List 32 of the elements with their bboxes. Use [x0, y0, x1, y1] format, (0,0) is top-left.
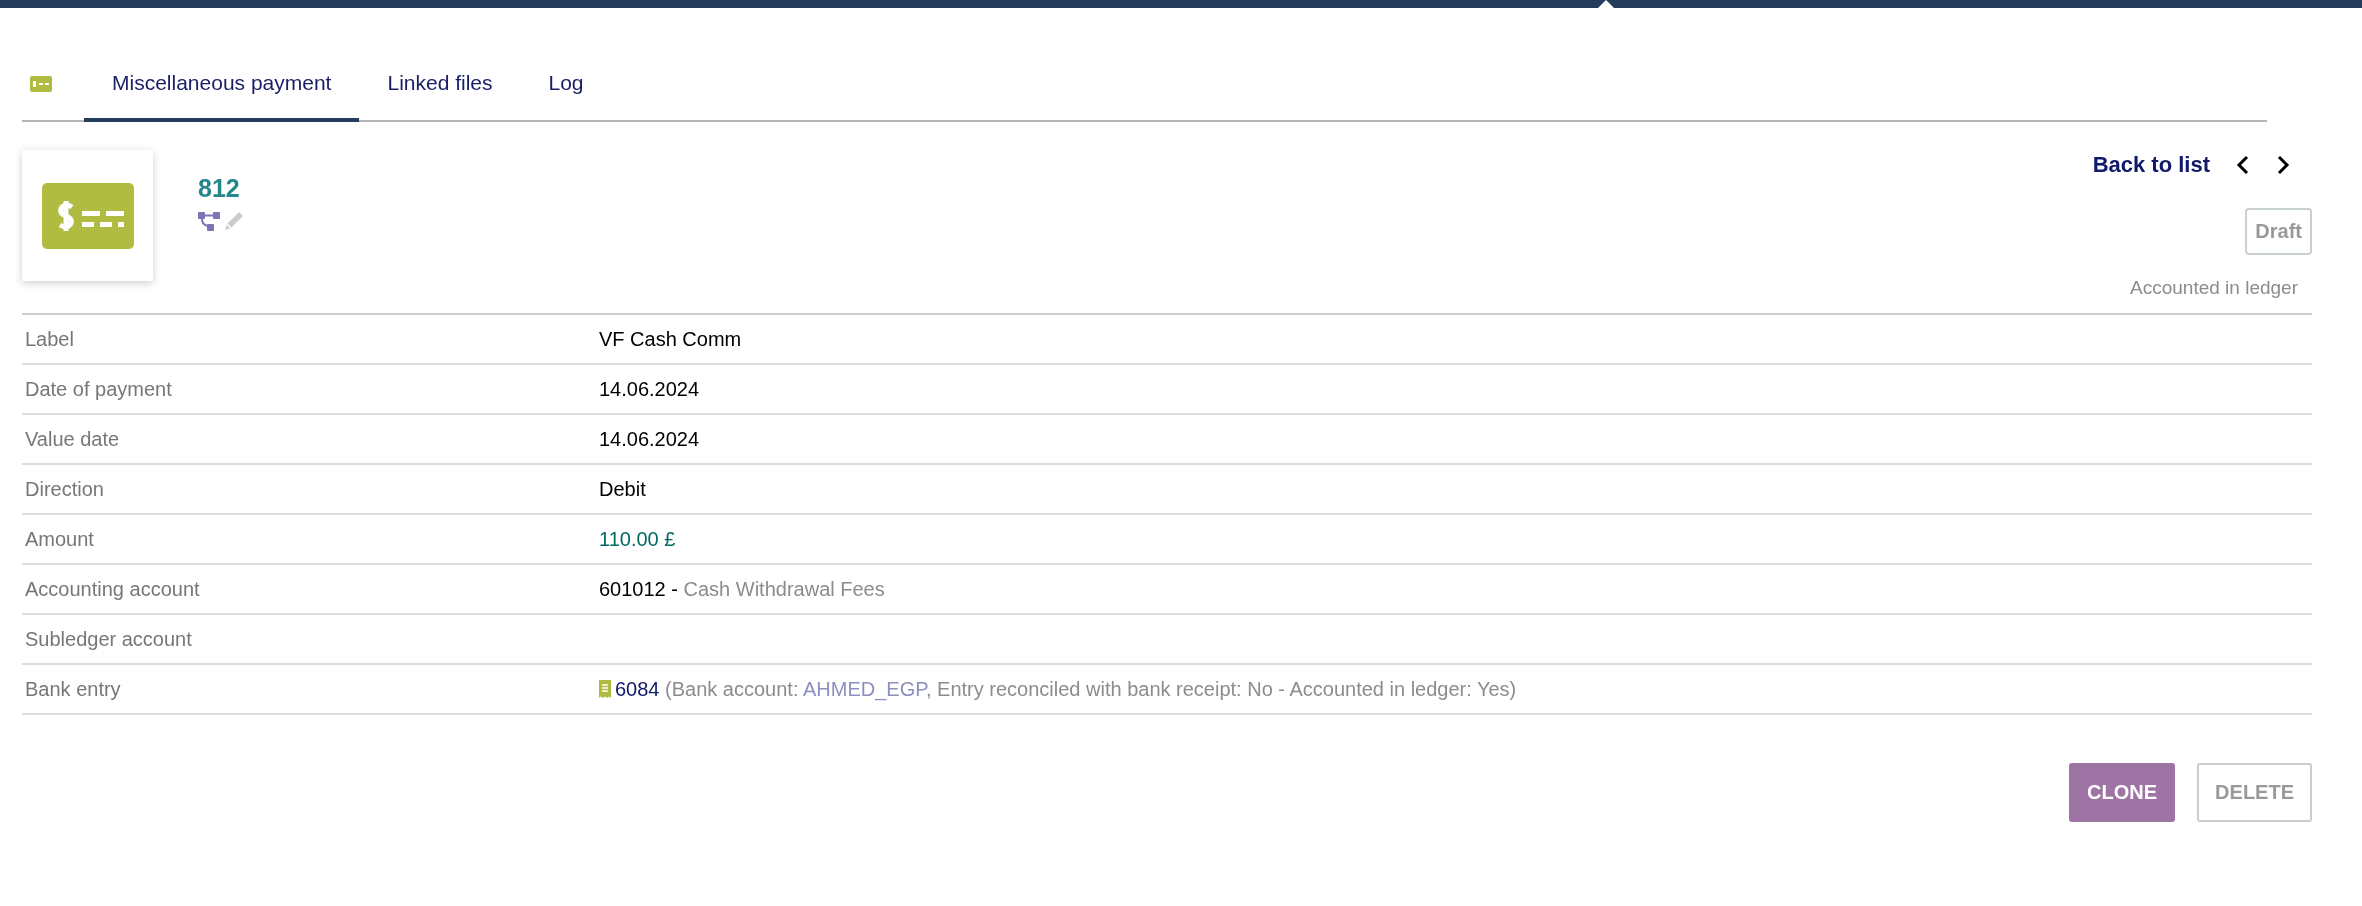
- amount-value: 110.00 £: [599, 527, 676, 551]
- field-label: Date of payment: [24, 377, 173, 401]
- field-value: 14.06.2024: [599, 377, 700, 401]
- action-button[interactable]: CLONE: [2069, 763, 2176, 822]
- field-label: Accounting account: [24, 577, 201, 601]
- field-label: Subledger account: [24, 627, 193, 651]
- field-value: VF Cash Comm: [599, 327, 742, 351]
- bank-entry-link[interactable]: 6084: [615, 677, 660, 701]
- tab[interactable]: Linked files: [359, 62, 521, 122]
- tab[interactable]: Log: [520, 62, 612, 122]
- field-value: 14.06.2024: [599, 427, 700, 451]
- record-ref: 812: [198, 174, 241, 203]
- field-label: Bank entry: [24, 677, 122, 701]
- tab[interactable]: Miscellaneous payment: [84, 62, 360, 122]
- field-value: Debit: [599, 477, 646, 501]
- caret-icon: [1598, 0, 1614, 8]
- field-label: Amount: [24, 527, 95, 551]
- bank-entry-details: (Bank account: AHMED_EGP, Entry reconciled with bank receipt: No - Accounted in ledger: Yes): [665, 677, 1517, 701]
- field-label: Value date: [24, 427, 121, 451]
- field-label: Label: [24, 327, 75, 351]
- field-label: Direction: [24, 477, 105, 501]
- back-to-list-link[interactable]: Back to list: [2092, 152, 2210, 178]
- account-name: Cash Withdrawal Fees: [683, 577, 885, 601]
- account-code: 601012 -: [599, 577, 678, 601]
- status-note: Accounted in ledger: [2130, 277, 2299, 299]
- payment-card-icon: [30, 76, 52, 92]
- status-badge: Draft: [2245, 208, 2312, 255]
- hierarchy-icon[interactable]: [198, 210, 220, 232]
- receipt-icon: [599, 680, 611, 698]
- next-icon[interactable]: [2276, 154, 2290, 176]
- payment-card-icon: [41, 182, 134, 249]
- previous-icon[interactable]: [2236, 154, 2250, 176]
